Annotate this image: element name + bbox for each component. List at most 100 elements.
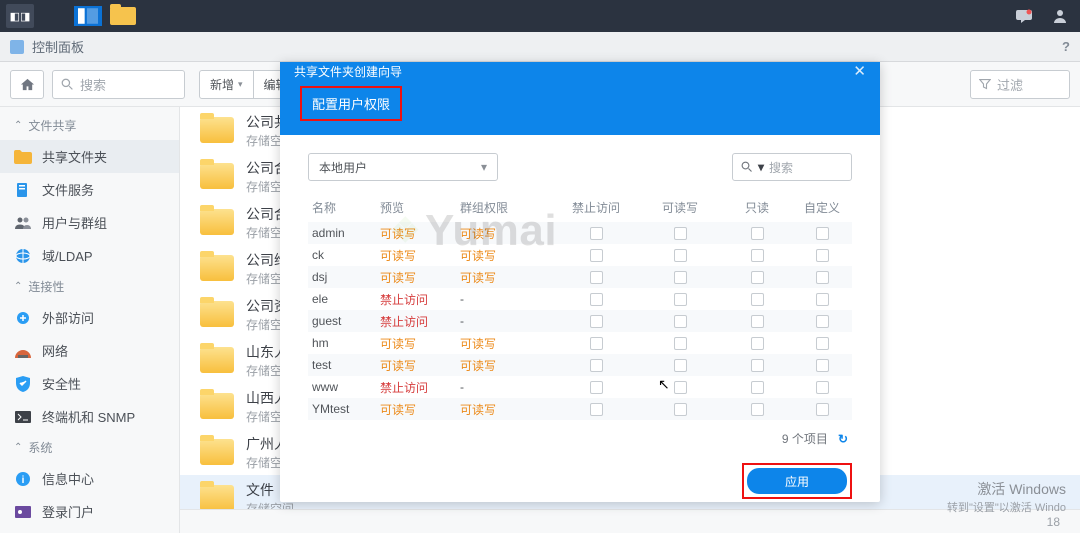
cell-group: - [460,380,554,394]
checkbox-rw[interactable] [674,337,687,350]
chat-icon[interactable] [1010,4,1038,28]
checkbox-custom[interactable] [816,337,829,350]
checkbox-rw[interactable] [674,403,687,416]
folder-icon[interactable] [110,7,136,25]
file-manager-icon[interactable] [74,6,102,26]
cell-name: guest [308,314,380,328]
cell-preview: 可读写 [380,269,460,286]
checkbox-custom[interactable] [816,359,829,372]
cell-group: - [460,314,554,328]
section-system[interactable]: ⌃系统 [0,433,179,462]
checkbox-deny[interactable] [590,337,603,350]
checkbox-custom[interactable] [816,403,829,416]
modal-search-input[interactable]: ▾ 搜索 [732,153,852,181]
cell-group: 可读写 [460,269,554,286]
refresh-icon[interactable]: ↻ [838,432,848,446]
cell-name: test [308,358,380,372]
folder-icon [200,117,234,143]
checkbox-rw[interactable] [674,271,687,284]
windows-activation-notice: 激活 Windows 转到"设置"以激活 Windo [947,479,1066,515]
sidebar-item-network[interactable]: 网络 [0,334,179,367]
checkbox-ro[interactable] [751,381,764,394]
user-icon[interactable] [1046,4,1074,28]
folder-icon [200,209,234,235]
table-row: admin可读写可读写 [308,222,852,244]
checkbox-custom[interactable] [816,381,829,394]
table-row: test可读写可读写 [308,354,852,376]
checkbox-ro[interactable] [751,315,764,328]
table-row: guest禁止访问- [308,310,852,332]
home-button[interactable] [10,70,44,99]
folder-icon [200,485,234,511]
checkbox-deny[interactable] [590,381,603,394]
control-panel-icon [10,40,24,54]
cell-group: - [460,292,554,306]
checkbox-ro[interactable] [751,403,764,416]
sidebar-item-domain-ldap[interactable]: 域/LDAP [0,239,179,272]
table-row: YMtest可读写可读写 [308,398,852,420]
sidebar-item-login-portal[interactable]: 登录门户 [0,495,179,528]
window-titlebar: 控制面板 ? [0,32,1080,62]
help-icon[interactable]: ? [1062,39,1070,54]
checkbox-deny[interactable] [590,315,603,328]
shield-icon [14,375,32,393]
checkbox-deny[interactable] [590,227,603,240]
checkbox-deny[interactable] [590,271,603,284]
sidebar-item-info-center[interactable]: i信息中心 [0,462,179,495]
folder-icon [200,255,234,281]
sidebar-item-regional[interactable]: 区域选项 [0,528,179,533]
checkbox-rw[interactable] [674,381,687,394]
sidebar-item-users-groups[interactable]: 用户与群组 [0,206,179,239]
checkbox-rw[interactable] [674,315,687,328]
table-status: 9 个项目 ↻ [308,420,852,453]
table-row: dsj可读写可读写 [308,266,852,288]
checkbox-rw[interactable] [674,249,687,262]
checkbox-ro[interactable] [751,249,764,262]
checkbox-ro[interactable] [751,271,764,284]
checkbox-deny[interactable] [590,249,603,262]
apply-button[interactable]: 应用 [747,468,847,494]
system-topbar: ◧◨ [0,0,1080,32]
checkbox-custom[interactable] [816,315,829,328]
sidebar-item-security[interactable]: 安全性 [0,367,179,400]
section-connectivity[interactable]: ⌃连接性 [0,272,179,301]
sidebar-item-external-access[interactable]: 外部访问 [0,301,179,334]
checkbox-deny[interactable] [590,403,603,416]
checkbox-custom[interactable] [816,227,829,240]
sidebar-item-terminal-snmp[interactable]: 终端机和 SNMP [0,400,179,433]
sidebar-item-shared-folder[interactable]: 共享文件夹 [0,140,179,173]
cell-name: hm [308,336,380,350]
cell-preview: 禁止访问 [380,379,460,396]
checkbox-deny[interactable] [590,359,603,372]
checkbox-rw[interactable] [674,359,687,372]
checkbox-custom[interactable] [816,293,829,306]
folder-icon [200,347,234,373]
checkbox-rw[interactable] [674,227,687,240]
search-icon [741,161,753,173]
filter-icon [979,78,991,90]
apps-icon[interactable]: ◧◨ [6,4,34,28]
topbar-left: ◧◨ [6,4,136,28]
add-button[interactable]: 新增▾ [199,70,254,99]
cell-preview: 可读写 [380,401,460,418]
checkbox-deny[interactable] [590,293,603,306]
sidebar-item-file-service[interactable]: 文件服务 [0,173,179,206]
section-file-share[interactable]: ⌃文件共享 [0,111,179,140]
checkbox-ro[interactable] [751,359,764,372]
sidebar-search-input[interactable]: 搜索 [52,70,185,99]
cell-preview: 可读写 [380,247,460,264]
checkbox-custom[interactable] [816,271,829,284]
modal-subtitle-area: 配置用户权限 [280,80,880,135]
wizard-modal: 共享文件夹创建向导 ✕ 配置用户权限 本地用户▾ ▾ 搜索 名称 预览 群组权限… [280,62,880,502]
checkbox-rw[interactable] [674,293,687,306]
cell-group: 可读写 [460,401,554,418]
filter-input[interactable]: 过滤 [970,70,1070,99]
checkbox-custom[interactable] [816,249,829,262]
checkbox-ro[interactable] [751,227,764,240]
checkbox-ro[interactable] [751,293,764,306]
user-scope-dropdown[interactable]: 本地用户▾ [308,153,498,181]
checkbox-ro[interactable] [751,337,764,350]
close-icon[interactable]: ✕ [853,62,866,80]
topbar-right [1010,4,1074,28]
cell-preview: 禁止访问 [380,291,460,308]
